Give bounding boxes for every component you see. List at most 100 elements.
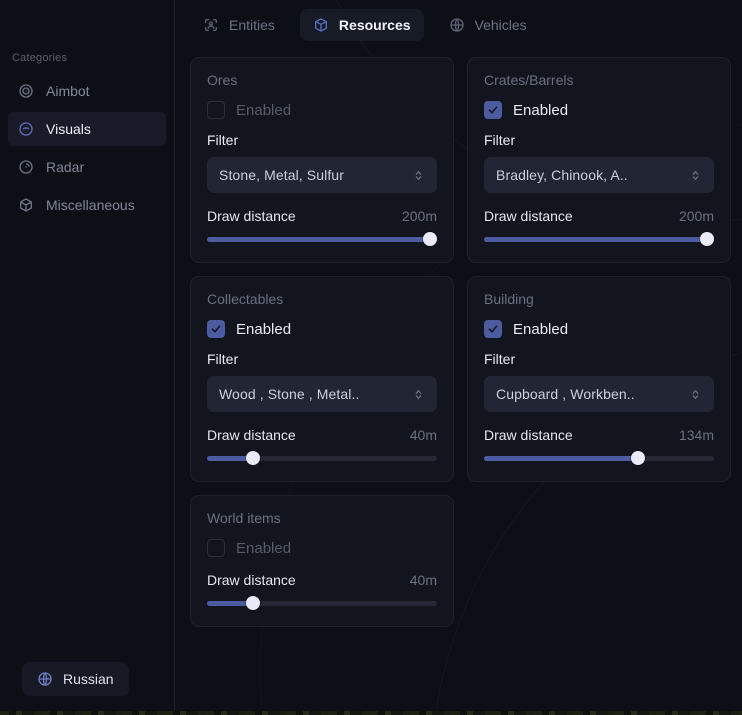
target-icon bbox=[18, 83, 34, 99]
draw-distance-label: Draw distance bbox=[484, 427, 573, 443]
language-button-label: Russian bbox=[63, 671, 114, 687]
draw-distance-label: Draw distance bbox=[207, 572, 296, 588]
chevron-updown-icon bbox=[689, 388, 702, 401]
checkbox-icon[interactable] bbox=[207, 101, 225, 119]
categories-label: Categories bbox=[12, 52, 174, 64]
card-building: Building Enabled Filter Cupboard , Workb… bbox=[467, 276, 731, 482]
slider-thumb[interactable] bbox=[423, 232, 437, 246]
draw-distance-value: 134m bbox=[679, 427, 714, 443]
checkbox-icon[interactable] bbox=[207, 320, 225, 338]
slider-fill bbox=[207, 237, 437, 242]
filter-select[interactable]: Stone, Metal, Sulfur bbox=[207, 157, 437, 193]
radar-icon bbox=[18, 159, 34, 175]
filter-select[interactable]: Cupboard , Workben.. bbox=[484, 376, 714, 412]
checkbox-icon[interactable] bbox=[484, 320, 502, 338]
chevron-updown-icon bbox=[689, 169, 702, 182]
draw-distance-label: Draw distance bbox=[207, 427, 296, 443]
enabled-label: Enabled bbox=[236, 102, 291, 119]
slider-fill bbox=[484, 237, 714, 242]
draw-distance-row: Draw distance 40m bbox=[207, 427, 437, 443]
enabled-checkbox[interactable]: Enabled bbox=[207, 539, 437, 557]
enabled-label: Enabled bbox=[513, 321, 568, 338]
sidebar-item-radar[interactable]: Radar bbox=[8, 150, 166, 184]
enabled-label: Enabled bbox=[236, 540, 291, 557]
card-collectables: Collectables Enabled Filter Wood , Stone… bbox=[190, 276, 454, 482]
enabled-label: Enabled bbox=[236, 321, 291, 338]
sidebar-item-aimbot[interactable]: Aimbot bbox=[8, 74, 166, 108]
filter-value: Bradley, Chinook, A.. bbox=[496, 167, 628, 183]
draw-distance-value: 200m bbox=[402, 208, 437, 224]
filter-label: Filter bbox=[207, 351, 437, 367]
person-scan-icon bbox=[203, 17, 219, 33]
globe-icon bbox=[449, 17, 465, 33]
card-ores: Ores Enabled Filter Stone, Metal, Sulfur… bbox=[190, 57, 454, 263]
cube-icon bbox=[18, 197, 34, 213]
slider-thumb[interactable] bbox=[700, 232, 714, 246]
globe-icon bbox=[37, 671, 53, 687]
draw-distance-row: Draw distance 200m bbox=[207, 208, 437, 224]
draw-distance-label: Draw distance bbox=[207, 208, 296, 224]
tab-label: Resources bbox=[339, 17, 411, 33]
tab-resources[interactable]: Resources bbox=[300, 9, 424, 41]
draw-distance-row: Draw distance 134m bbox=[484, 427, 714, 443]
game-background-strip bbox=[0, 711, 742, 715]
draw-distance-row: Draw distance 200m bbox=[484, 208, 714, 224]
sidebar-item-miscellaneous[interactable]: Miscellaneous bbox=[8, 188, 166, 222]
sidebar-item-label: Radar bbox=[46, 159, 84, 175]
tab-bar: Entities Resources Vehicles bbox=[190, 9, 731, 41]
enabled-label: Enabled bbox=[513, 102, 568, 119]
filter-value: Wood , Stone , Metal.. bbox=[219, 386, 359, 402]
chevron-updown-icon bbox=[412, 169, 425, 182]
filter-label: Filter bbox=[484, 351, 714, 367]
tab-entities[interactable]: Entities bbox=[190, 9, 288, 41]
chevron-updown-icon bbox=[412, 388, 425, 401]
draw-distance-slider[interactable] bbox=[484, 451, 714, 465]
slider-thumb[interactable] bbox=[631, 451, 645, 465]
enabled-checkbox[interactable]: Enabled bbox=[484, 320, 714, 338]
box-icon bbox=[313, 17, 329, 33]
sidebar-item-label: Visuals bbox=[46, 121, 91, 137]
language-button[interactable]: Russian bbox=[22, 662, 129, 696]
tab-vehicles[interactable]: Vehicles bbox=[436, 9, 540, 41]
category-nav: Aimbot Visuals Radar Miscellaneous bbox=[0, 74, 174, 222]
draw-distance-value: 200m bbox=[679, 208, 714, 224]
draw-distance-label: Draw distance bbox=[484, 208, 573, 224]
card-title: Collectables bbox=[207, 291, 437, 307]
card-title: World items bbox=[207, 510, 437, 526]
slider-thumb[interactable] bbox=[246, 451, 260, 465]
card-title: Crates/Barrels bbox=[484, 72, 714, 88]
app-window: Categories Aimbot Visuals Radar bbox=[0, 0, 742, 715]
checkbox-icon[interactable] bbox=[484, 101, 502, 119]
slider-fill bbox=[484, 456, 638, 461]
card-crates-barrels: Crates/Barrels Enabled Filter Bradley, C… bbox=[467, 57, 731, 263]
filter-select[interactable]: Bradley, Chinook, A.. bbox=[484, 157, 714, 193]
enabled-checkbox[interactable]: Enabled bbox=[207, 320, 437, 338]
card-title: Building bbox=[484, 291, 714, 307]
tab-label: Vehicles bbox=[475, 17, 527, 33]
sidebar-item-label: Miscellaneous bbox=[46, 197, 135, 213]
slider-thumb[interactable] bbox=[246, 596, 260, 610]
draw-distance-value: 40m bbox=[410, 572, 437, 588]
enabled-checkbox[interactable]: Enabled bbox=[207, 101, 437, 119]
main-content: Entities Resources Vehicles Ores bbox=[175, 0, 742, 715]
checkbox-icon[interactable] bbox=[207, 539, 225, 557]
enabled-checkbox[interactable]: Enabled bbox=[484, 101, 714, 119]
filter-select[interactable]: Wood , Stone , Metal.. bbox=[207, 376, 437, 412]
filter-label: Filter bbox=[484, 132, 714, 148]
draw-distance-slider[interactable] bbox=[484, 232, 714, 246]
filter-label: Filter bbox=[207, 132, 437, 148]
tab-label: Entities bbox=[229, 17, 275, 33]
cards-grid: Ores Enabled Filter Stone, Metal, Sulfur… bbox=[190, 57, 731, 627]
draw-distance-slider[interactable] bbox=[207, 451, 437, 465]
draw-distance-value: 40m bbox=[410, 427, 437, 443]
draw-distance-slider[interactable] bbox=[207, 596, 437, 610]
draw-distance-slider[interactable] bbox=[207, 232, 437, 246]
filter-value: Stone, Metal, Sulfur bbox=[219, 167, 344, 183]
sidebar-item-label: Aimbot bbox=[46, 83, 90, 99]
draw-distance-row: Draw distance 40m bbox=[207, 572, 437, 588]
card-world-items: World items Enabled Draw distance 40m bbox=[190, 495, 454, 627]
sidebar: Categories Aimbot Visuals Radar bbox=[0, 0, 175, 715]
sidebar-item-visuals[interactable]: Visuals bbox=[8, 112, 166, 146]
filter-value: Cupboard , Workben.. bbox=[496, 386, 635, 402]
eye-icon bbox=[18, 121, 34, 137]
